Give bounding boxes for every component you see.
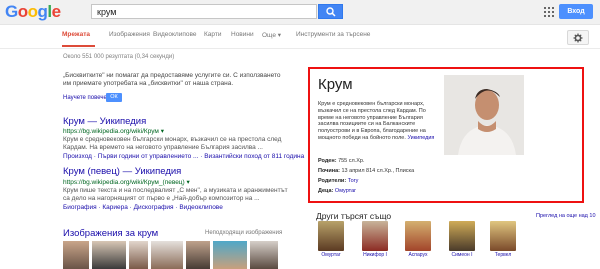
gear-icon <box>573 33 583 42</box>
result-snippet: Крум е средновековен български монарх, в… <box>63 136 282 151</box>
result-sitelinks[interactable]: Произход · Първи години от управлението … <box>63 153 304 160</box>
fact-value: 13 април 814 сл.Хр., Плиска <box>341 168 415 174</box>
tab-images[interactable]: Изображения <box>109 31 150 38</box>
related-entity-name: Никифор I <box>363 252 387 258</box>
fact-label: Деца: <box>318 188 334 194</box>
logo-letter: g <box>37 2 48 21</box>
image-thumbnail[interactable] <box>151 241 183 269</box>
related-entity[interactable]: Симеон I <box>449 221 475 258</box>
tab-news[interactable]: Новини <box>231 31 254 38</box>
logo-letter: e <box>51 2 61 21</box>
related-entity[interactable]: Омуртаг <box>318 221 344 258</box>
fact-value: 755 сл.Хр. <box>338 158 365 164</box>
related-entity-image <box>449 221 475 251</box>
google-logo[interactable]: Google <box>5 2 61 22</box>
related-entity-name: Тервел <box>494 252 512 258</box>
person-photo-icon <box>444 75 524 155</box>
result-snippet: Крум пише текста и на последвалият „С ме… <box>63 187 288 202</box>
related-entity-image <box>405 221 431 251</box>
fact-born: Роден: 755 сл.Хр. <box>318 158 365 164</box>
learn-more-link[interactable]: Научете повече <box>63 95 107 101</box>
image-thumbnail[interactable] <box>63 241 89 269</box>
knowledge-panel-description: Крум е средновековен български монарх, в… <box>318 101 435 142</box>
result-url[interactable]: https://bg.wikipedia.org/wiki/Крум_(певе… <box>63 178 190 186</box>
related-entity-image <box>362 221 388 251</box>
result-title[interactable]: Крум — Уикипедия <box>63 116 146 127</box>
tab-videos[interactable]: Видеоклипове <box>153 31 196 38</box>
search-icon <box>326 7 336 17</box>
related-entity-image <box>318 221 344 251</box>
related-entity-name: Омуртаг <box>321 252 341 258</box>
fact-label: Родители: <box>318 178 347 184</box>
knowledge-panel-photo[interactable] <box>444 75 524 155</box>
tab-search-tools[interactable]: Инструменти за търсене <box>296 31 370 38</box>
related-entity[interactable]: Никифор I <box>362 221 388 258</box>
people-also-search-heading: Други търсят също <box>316 211 392 221</box>
search-button[interactable] <box>318 4 343 19</box>
related-entity-image <box>490 221 516 251</box>
fact-label: Почина: <box>318 168 340 174</box>
fact-parents: Родители: Тогу <box>318 178 358 184</box>
view-more-link[interactable]: Преглед на още над 10 <box>536 213 596 219</box>
result-stats: Около 551 000 резултата (0,34 секунди) <box>63 54 175 60</box>
images-heading[interactable]: Изображения за крум <box>63 228 158 239</box>
related-entity[interactable]: Тервел <box>490 221 516 258</box>
settings-button[interactable] <box>567 30 589 45</box>
logo-letter: o <box>17 2 28 21</box>
image-thumbnail[interactable] <box>213 241 247 269</box>
logo-letter: G <box>5 2 18 21</box>
related-entity[interactable]: Аспарух <box>405 221 431 258</box>
tab-maps[interactable]: Карти <box>204 31 221 38</box>
wikipedia-link[interactable]: Уикипедия <box>407 135 434 141</box>
related-entity-name: Симеон I <box>451 252 473 258</box>
result-url[interactable]: https://bg.wikipedia.org/wiki/Крум ▾ <box>63 127 164 135</box>
result-sitelinks[interactable]: Биография · Кариера · Дискография · Виде… <box>63 204 223 211</box>
fact-label: Роден: <box>318 158 337 164</box>
fact-value-link[interactable]: Омуртаг <box>335 188 356 194</box>
image-thumbnail[interactable] <box>92 241 126 269</box>
result-title[interactable]: Крум (певец) — Уикипедия <box>63 166 181 177</box>
cookie-notice-text: „Бисквитките" ни помагат да предоставяме… <box>63 72 281 87</box>
report-images-link[interactable]: Неподходящи изображения <box>205 230 282 236</box>
active-tab-indicator <box>62 45 95 47</box>
fact-value-link[interactable]: Тогу <box>348 178 359 184</box>
tab-web[interactable]: Мрежата <box>62 31 90 38</box>
tab-more[interactable]: Още ▾ <box>262 31 281 39</box>
cookie-ok-button[interactable]: ОК <box>106 93 122 102</box>
knowledge-panel-title: Крум <box>318 76 353 93</box>
image-thumbnail[interactable] <box>250 241 278 269</box>
fact-died: Почина: 13 април 814 сл.Хр., Плиска <box>318 168 414 174</box>
image-thumbnail[interactable] <box>186 241 210 269</box>
apps-grid-icon[interactable] <box>544 7 554 17</box>
image-thumbnail[interactable] <box>129 241 148 269</box>
search-input[interactable]: крум <box>91 4 317 19</box>
fact-children: Деца: Омуртаг <box>318 188 356 194</box>
logo-letter: o <box>27 2 38 21</box>
sign-in-button[interactable]: Вход <box>559 4 593 19</box>
related-entity-name: Аспарух <box>408 252 428 258</box>
